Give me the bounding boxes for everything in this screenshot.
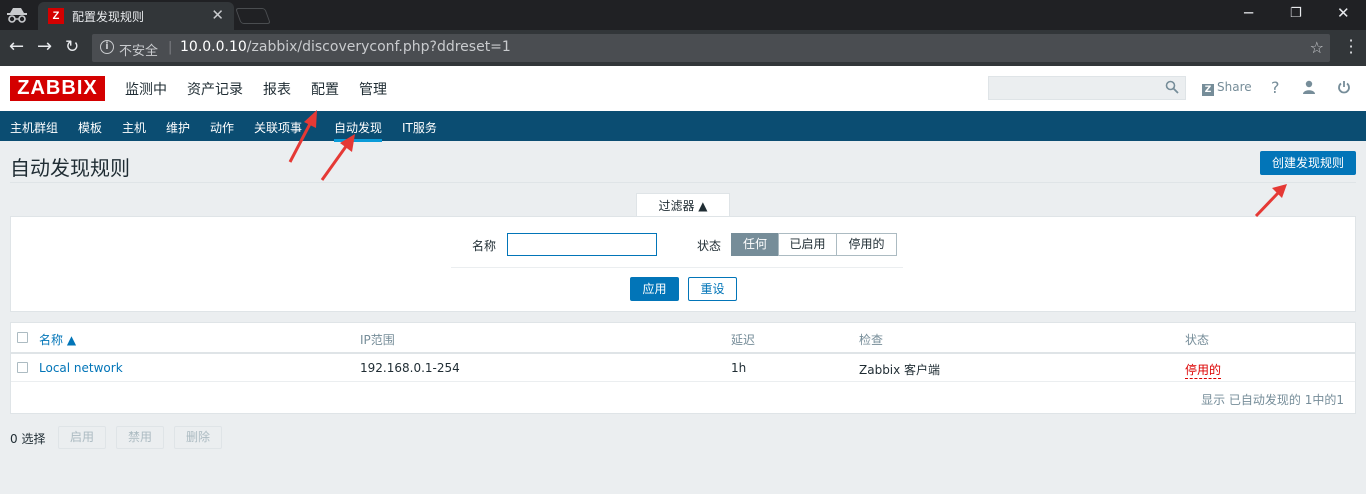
browser-tabstrip: Z 配置发现规则 ✕ ─ ❐ ✕ <box>0 0 1366 30</box>
column-header-checks: 检查 <box>859 333 884 347</box>
info-icon[interactable]: i <box>100 40 114 54</box>
configuration-subnav: 主机群组 模板 主机 维护 动作 关联项事 自动发现 IT服务 <box>0 111 1366 142</box>
select-all-checkbox[interactable] <box>17 332 28 343</box>
mass-enable-button[interactable]: 启用 <box>58 426 106 449</box>
security-label: 不安全 <box>119 44 159 59</box>
new-tab-button[interactable] <box>235 8 271 24</box>
menu-inventory[interactable]: 资产记录 <box>187 79 243 99</box>
filter-status-label: 状态 <box>697 239 722 253</box>
status-disabled-option[interactable]: 停用的 <box>836 233 897 256</box>
global-search-input[interactable] <box>988 76 1186 100</box>
tab-close-icon[interactable]: ✕ <box>211 6 224 24</box>
filter-name-label: 名称 <box>472 239 497 253</box>
title-divider <box>10 182 1356 183</box>
row-checkbox[interactable] <box>17 362 28 373</box>
filter-reset-button[interactable]: 重设 <box>688 277 737 301</box>
page-title: 自动发现规则 <box>10 156 130 180</box>
column-header-name[interactable]: 名称 ▲ <box>39 331 76 348</box>
selected-count: 0 选择 <box>10 432 46 446</box>
zabbix-logo[interactable]: ZABBIX <box>10 76 105 101</box>
rule-name-link[interactable]: Local network <box>39 361 123 375</box>
logout-icon[interactable] <box>1337 80 1351 94</box>
rule-checks: Zabbix 客户端 <box>859 363 941 377</box>
url-path: /zabbix/discoveryconf.php?ddreset=1 <box>246 39 511 55</box>
column-header-ip-range: IP范围 <box>360 333 395 347</box>
window-close-icon[interactable]: ✕ <box>1337 4 1350 22</box>
rule-status-toggle[interactable]: 停用的 <box>1185 361 1222 379</box>
rule-delay: 1h <box>731 361 747 375</box>
column-header-status: 状态 <box>1185 333 1210 347</box>
subnav-correlation[interactable]: 关联项事 <box>254 119 302 136</box>
url-host: 10.0.0.10 <box>180 39 247 55</box>
bookmark-star-icon[interactable]: ☆ <box>1310 38 1324 57</box>
row-divider <box>11 381 1355 382</box>
create-discovery-rule-button[interactable]: 创建发现规则 <box>1260 151 1356 175</box>
mass-delete-button[interactable]: 删除 <box>174 426 222 449</box>
zabbix-share-icon: Z <box>1202 84 1214 96</box>
share-label: Share <box>1217 80 1252 94</box>
forward-icon[interactable]: → <box>37 37 52 57</box>
tab-title: 配置发现规则 <box>72 10 145 24</box>
help-icon[interactable]: ? <box>1271 78 1280 97</box>
browser-toolbar: ← → ↻ i 不安全 | 10.0.0.10/zabbix/discovery… <box>0 30 1366 66</box>
column-header-delay: 延迟 <box>731 333 756 347</box>
filter-panel: 名称 状态 任何 已启用 停用的 应用 重设 <box>10 216 1356 312</box>
filter-toggle-tab[interactable]: 过滤器 ▲ <box>636 193 730 217</box>
discovery-rules-table: 名称 ▲ IP范围 延迟 检查 状态 Local network 192.168… <box>10 322 1356 414</box>
search-icon[interactable] <box>1165 80 1179 94</box>
header-divider <box>11 352 1355 354</box>
subnav-discovery[interactable]: 自动发现 <box>334 119 383 142</box>
browser-menu-icon[interactable]: · · · <box>1346 33 1356 61</box>
url-text[interactable]: 10.0.0.10/zabbix/discoveryconf.php?ddres… <box>180 39 511 55</box>
zabbix-favicon-icon: Z <box>48 8 64 24</box>
menu-administration[interactable]: 管理 <box>359 79 387 99</box>
address-bar[interactable]: i 不安全 | 10.0.0.10/zabbix/discoveryconf.p… <box>92 34 1330 62</box>
subnav-hosts[interactable]: 主机 <box>122 119 146 136</box>
rule-ip-range: 192.168.0.1-254 <box>360 361 460 375</box>
annotation-arrow-create-button <box>1254 184 1287 218</box>
back-icon[interactable]: ← <box>9 37 24 57</box>
restore-icon[interactable]: ❐ <box>1290 6 1302 21</box>
filter-apply-button[interactable]: 应用 <box>630 277 679 301</box>
zabbix-header: ZABBIX 监测中 资产记录 报表 配置 管理 Z Share ? <box>0 66 1366 117</box>
user-profile-icon[interactable] <box>1302 80 1316 94</box>
filter-name-input[interactable] <box>507 233 657 256</box>
menu-configuration[interactable]: 配置 <box>311 79 339 117</box>
status-enabled-option[interactable]: 已启用 <box>778 233 837 256</box>
menu-monitoring[interactable]: 监测中 <box>125 79 167 99</box>
subnav-maintenance[interactable]: 维护 <box>166 119 190 136</box>
subnav-it-services[interactable]: IT服务 <box>402 119 437 136</box>
subnav-actions[interactable]: 动作 <box>210 119 234 136</box>
browser-tab[interactable]: Z 配置发现规则 ✕ <box>38 2 234 30</box>
subnav-host-groups[interactable]: 主机群组 <box>10 119 58 136</box>
incognito-icon <box>7 8 27 23</box>
share-link[interactable]: Z Share <box>1202 80 1252 96</box>
subnav-templates[interactable]: 模板 <box>78 119 102 136</box>
minimize-icon[interactable]: ─ <box>1244 4 1253 22</box>
status-any-option[interactable]: 任何 <box>731 233 779 256</box>
mass-disable-button[interactable]: 禁用 <box>116 426 164 449</box>
menu-reports[interactable]: 报表 <box>263 79 291 99</box>
filter-divider <box>451 267 903 268</box>
address-separator: | <box>168 40 173 55</box>
table-summary: 显示 已自动发现的 1中的1 <box>1201 393 1344 407</box>
reload-icon[interactable]: ↻ <box>65 37 79 57</box>
